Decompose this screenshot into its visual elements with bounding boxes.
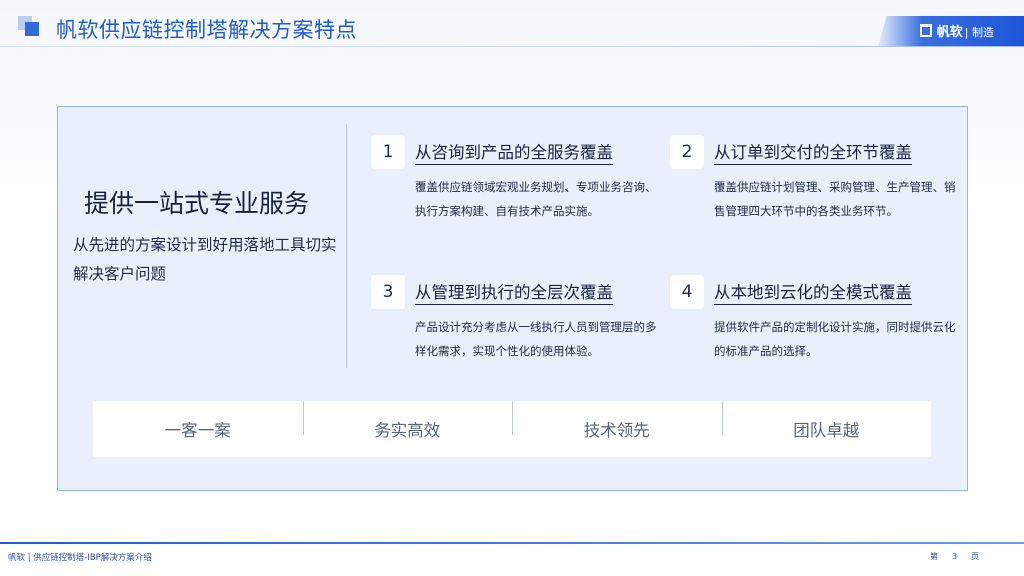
feature-title: 从管理到执行的全层次覆盖 bbox=[415, 279, 613, 305]
page-title: 帆软供应链控制塔解决方案特点 bbox=[56, 18, 357, 42]
footer-divider bbox=[0, 542, 1024, 544]
brand-label: 帆软 | 制造 bbox=[937, 21, 994, 40]
page-value: 3 bbox=[952, 552, 958, 561]
page-prefix: 第 bbox=[930, 552, 938, 561]
brand-sub: | 制造 bbox=[964, 26, 994, 39]
page-suffix: 页 bbox=[971, 552, 980, 561]
feature-title: 从咨询到产品的全服务覆盖 bbox=[415, 139, 613, 165]
fanruan-logo-icon bbox=[920, 24, 932, 37]
page-number: 第 3 页 bbox=[930, 551, 993, 562]
service-title: 提供一站式专业服务 bbox=[84, 189, 310, 218]
feature-number: 1 bbox=[371, 135, 405, 169]
value-item: 一客一案 bbox=[164, 421, 231, 440]
feature-description: 覆盖供应链计划管理、采购管理、生产管理、销售管理四大环节中的各类业务环节。 bbox=[714, 180, 956, 218]
feature-title: 从本地到云化的全模式覆盖 bbox=[714, 279, 912, 305]
value-item: 技术领先 bbox=[512, 401, 722, 441]
feature-description: 产品设计充分考虑从一线执行人员到管理层的多样化需求，实现个性化的使用体验。 bbox=[415, 320, 657, 358]
brand-name: 帆软 bbox=[936, 25, 963, 40]
footer-text: 帆软 | 供应链控制塔-IBP解决方案介绍 bbox=[8, 553, 152, 563]
feature-description: 提供软件产品的定制化设计实施，同时提供云化的标准产品的选择。 bbox=[714, 320, 956, 358]
value-strip: 一客一案 务实高效 技术领先 团队卓越 bbox=[93, 401, 931, 457]
vertical-divider bbox=[346, 124, 347, 368]
value-item: 务实高效 bbox=[302, 401, 513, 441]
title-squares-icon bbox=[18, 16, 44, 38]
feature-number: 2 bbox=[670, 135, 704, 169]
feature-title: 从订单到交付的全环节覆盖 bbox=[714, 139, 912, 165]
header-divider bbox=[0, 46, 1024, 47]
feature-number: 4 bbox=[670, 275, 704, 309]
feature-number: 3 bbox=[371, 275, 405, 309]
feature-description: 覆盖供应链领域宏观业务规划、专项业务咨询、执行方案构建、自有技术产品实施。 bbox=[415, 180, 657, 218]
header: 帆软供应链控制塔解决方案特点 帆软 | 制造 bbox=[0, 0, 1024, 48]
value-item: 团队卓越 bbox=[721, 401, 932, 441]
service-subtitle: 从先进的方案设计到好用落地工具切实解决客户问题 bbox=[73, 236, 337, 283]
